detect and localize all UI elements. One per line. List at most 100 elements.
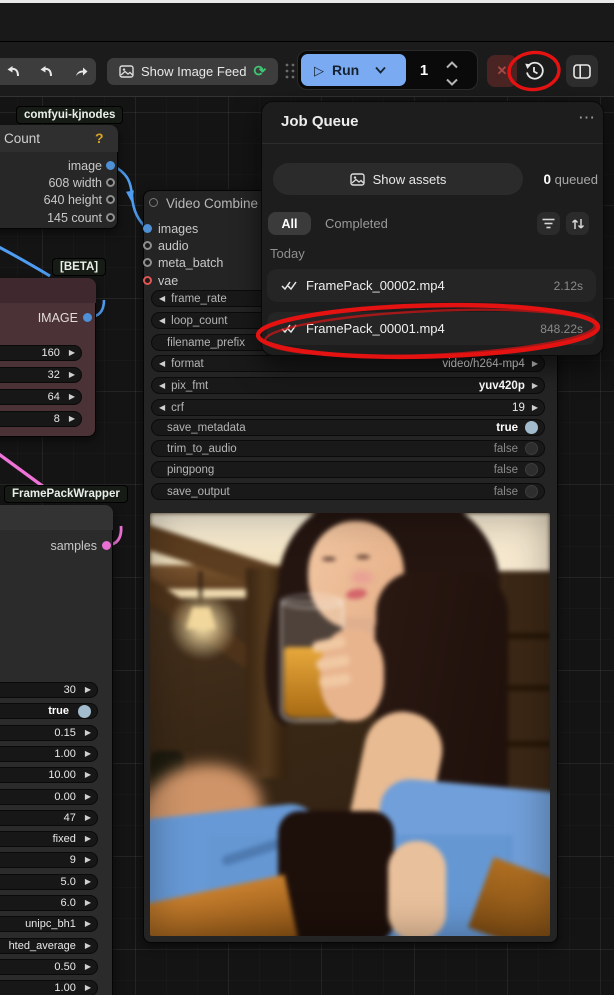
spin-right-icon[interactable]: ▶ bbox=[85, 771, 91, 779]
spin-right-icon[interactable]: ▶ bbox=[85, 686, 91, 694]
spin-right-icon[interactable]: ▶ bbox=[85, 750, 91, 758]
toolbar-drag-handle[interactable] bbox=[284, 62, 296, 80]
input-port-meta-batch[interactable] bbox=[143, 258, 152, 267]
widget-wrapper-6[interactable]: 47 ▶ bbox=[0, 810, 98, 826]
widget-beta-1[interactable]: 32 ▶ bbox=[0, 367, 82, 383]
refresh-icon[interactable]: ⟳ bbox=[254, 64, 267, 79]
spin-right-icon[interactable]: ▶ bbox=[85, 942, 91, 950]
input-port-images[interactable] bbox=[143, 224, 152, 233]
spin-right-icon[interactable]: ▶ bbox=[85, 729, 91, 737]
widget-beta-3[interactable]: 8 ▶ bbox=[0, 411, 82, 427]
widget-value: unipc_bh1 bbox=[25, 918, 76, 930]
spin-right-icon[interactable]: ▶ bbox=[69, 415, 75, 423]
redo-button[interactable] bbox=[39, 63, 55, 79]
toggle-knob-icon[interactable] bbox=[525, 442, 538, 455]
widget-wrapper-10[interactable]: 6.0▶ bbox=[0, 895, 98, 911]
node-framepack-wrapper-header[interactable] bbox=[0, 505, 113, 530]
spin-right-icon[interactable]: ▶ bbox=[85, 793, 91, 801]
queue-item-row[interactable]: FramePack_00002.mp4 2.12s bbox=[267, 269, 596, 302]
output-label-count: 145 count bbox=[0, 209, 102, 226]
widget-crf[interactable]: ◀crf 19▶ bbox=[151, 399, 545, 416]
output-port-image[interactable] bbox=[106, 161, 115, 170]
spin-right-icon[interactable]: ▶ bbox=[85, 856, 91, 864]
widget-wrapper-7[interactable]: fixed▶ bbox=[0, 831, 98, 847]
spin-left-icon[interactable]: ◀ bbox=[159, 404, 165, 412]
spin-right-icon[interactable]: ▶ bbox=[69, 371, 75, 379]
spin-right-icon[interactable]: ▶ bbox=[85, 814, 91, 822]
show-image-feed-button[interactable]: Show Image Feed ⟳ bbox=[107, 58, 278, 85]
widget-wrapper-4[interactable]: 10.00▶ bbox=[0, 767, 98, 783]
panel-divider bbox=[262, 143, 603, 144]
widget-wrapper-12[interactable]: hted_average▶ bbox=[0, 938, 98, 954]
spin-right-icon[interactable]: ▶ bbox=[85, 963, 91, 971]
tab-completed[interactable]: Completed bbox=[325, 216, 388, 231]
spin-left-icon[interactable]: ◀ bbox=[159, 360, 165, 368]
input-port-audio[interactable] bbox=[143, 241, 152, 250]
widget-wrapper-5[interactable]: 0.00▶ bbox=[0, 789, 98, 805]
widget-wrapper-8[interactable]: 9▶ bbox=[0, 852, 98, 868]
panel-menu-icon[interactable]: ⋯ bbox=[578, 108, 595, 128]
node-help-icon[interactable]: ? bbox=[95, 130, 104, 146]
drag-dots-icon bbox=[284, 62, 296, 80]
share-button[interactable] bbox=[73, 63, 89, 79]
widget-pix-fmt[interactable]: ◀pix_fmt yuv420p▶ bbox=[151, 377, 545, 394]
widget-save-metadata[interactable]: save_metadata true bbox=[151, 419, 545, 436]
queue-item-row[interactable]: FramePack_00001.mp4 848.22s bbox=[267, 312, 596, 345]
undo-button[interactable] bbox=[5, 63, 21, 79]
widget-value: 1.00 bbox=[54, 748, 75, 760]
batch-decrement-button[interactable] bbox=[445, 73, 461, 83]
sidebar-toggle-button[interactable] bbox=[566, 55, 598, 87]
widget-wrapper-14[interactable]: 1.00▶ bbox=[0, 980, 98, 995]
spin-right-icon[interactable]: ▶ bbox=[85, 984, 91, 992]
widget-save-output[interactable]: save_output false bbox=[151, 483, 545, 500]
widget-wrapper-2[interactable]: 0.15▶ bbox=[0, 725, 98, 741]
filter-button[interactable] bbox=[537, 212, 560, 235]
spin-left-icon[interactable]: ◀ bbox=[159, 295, 165, 303]
output-port-width[interactable] bbox=[106, 178, 115, 187]
input-port-vae[interactable] bbox=[143, 276, 152, 285]
output-port-samples[interactable] bbox=[102, 541, 111, 550]
widget-value: 47 bbox=[64, 812, 76, 824]
spin-right-icon[interactable]: ▶ bbox=[532, 360, 538, 368]
output-port-height[interactable] bbox=[106, 195, 115, 204]
widget-trim-to-audio[interactable]: trim_to_audio false bbox=[151, 440, 545, 457]
widget-wrapper-3[interactable]: 1.00 ▶ bbox=[0, 746, 98, 762]
spin-left-icon[interactable]: ◀ bbox=[159, 317, 165, 325]
widget-beta-2[interactable]: 64 ▶ bbox=[0, 389, 82, 405]
spin-left-icon[interactable]: ◀ bbox=[159, 382, 165, 390]
widget-wrapper-13[interactable]: 0.50▶ bbox=[0, 959, 98, 975]
spin-right-icon[interactable]: ▶ bbox=[532, 382, 538, 390]
clear-queue-button[interactable]: ✕ bbox=[487, 55, 517, 87]
spin-right-icon[interactable]: ▶ bbox=[85, 899, 91, 907]
spin-right-icon[interactable]: ▶ bbox=[85, 920, 91, 928]
spin-right-icon[interactable]: ▶ bbox=[85, 878, 91, 886]
tab-all[interactable]: All bbox=[268, 212, 311, 235]
batch-increment-button[interactable] bbox=[445, 56, 461, 66]
run-button[interactable]: ▷ Run bbox=[301, 54, 406, 86]
batch-count-input[interactable]: 1 bbox=[407, 54, 441, 86]
widget-beta-0[interactable]: 160 ▶ bbox=[0, 345, 82, 361]
toggle-knob-icon[interactable] bbox=[525, 463, 538, 476]
toggle-knob-icon[interactable] bbox=[525, 421, 538, 434]
history-button[interactable] bbox=[520, 57, 548, 85]
widget-value: 30 bbox=[64, 684, 76, 696]
output-port-IMAGE[interactable] bbox=[83, 313, 92, 322]
widget-wrapper-1-toggle[interactable]: true bbox=[0, 703, 98, 719]
video-preview[interactable] bbox=[150, 513, 550, 936]
widget-format[interactable]: ◀format video/h264-mp4▶ bbox=[151, 355, 545, 372]
run-dropdown-chevron-icon[interactable] bbox=[375, 66, 386, 74]
output-port-count[interactable] bbox=[106, 213, 115, 222]
toggle-knob-icon[interactable] bbox=[78, 705, 91, 718]
toggle-knob-icon[interactable] bbox=[525, 485, 538, 498]
widget-wrapper-9[interactable]: 5.0▶ bbox=[0, 874, 98, 890]
node-beta-header[interactable] bbox=[0, 278, 96, 303]
widget-pingpong[interactable]: pingpong false bbox=[151, 461, 545, 478]
spin-right-icon[interactable]: ▶ bbox=[532, 404, 538, 412]
spin-right-icon[interactable]: ▶ bbox=[85, 835, 91, 843]
sort-button[interactable] bbox=[566, 212, 589, 235]
widget-wrapper-11[interactable]: unipc_bh1 ▶ bbox=[0, 916, 98, 932]
widget-wrapper-0[interactable]: 30 ▶ bbox=[0, 682, 98, 698]
spin-right-icon[interactable]: ▶ bbox=[69, 349, 75, 357]
collapse-dot-icon[interactable] bbox=[149, 198, 158, 207]
spin-right-icon[interactable]: ▶ bbox=[69, 393, 75, 401]
